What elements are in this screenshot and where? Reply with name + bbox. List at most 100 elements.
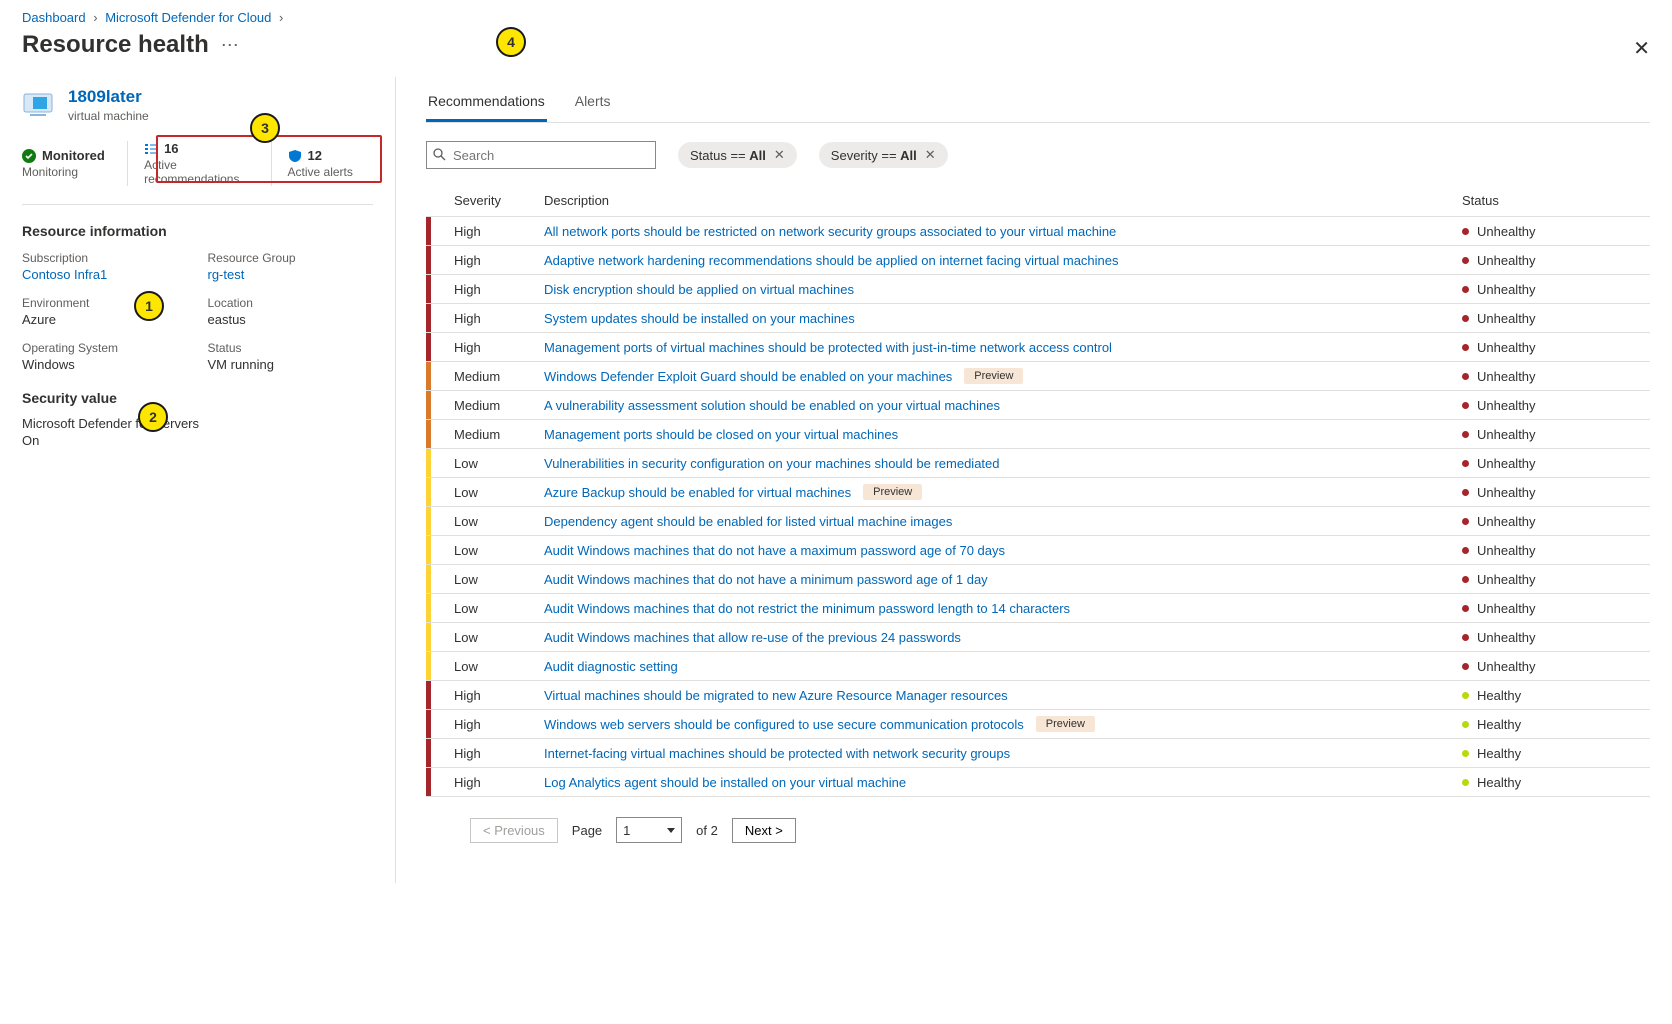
annotation-callout-4: 4 (496, 27, 526, 57)
page-select[interactable]: 1 (616, 817, 682, 843)
cell-severity: High (454, 688, 544, 703)
column-severity[interactable]: Severity (454, 193, 544, 208)
table-row[interactable]: MediumA vulnerability assessment solutio… (426, 390, 1650, 419)
recommendation-link[interactable]: Windows Defender Exploit Guard should be… (544, 369, 952, 384)
table-row[interactable]: HighSystem updates should be installed o… (426, 303, 1650, 332)
recommendation-link[interactable]: All network ports should be restricted o… (544, 224, 1116, 239)
tab-recommendations[interactable]: Recommendations (426, 83, 547, 122)
recommendation-link[interactable]: Audit Windows machines that do not restr… (544, 601, 1070, 616)
cell-severity: Low (454, 514, 544, 529)
recommendation-link[interactable]: Management ports of virtual machines sho… (544, 340, 1112, 355)
cell-severity: High (454, 311, 544, 326)
cell-status: Unhealthy (1477, 543, 1536, 558)
table-row[interactable]: LowAudit Windows machines that do not ha… (426, 535, 1650, 564)
filter-pill-severity[interactable]: Severity == All ✕ (819, 142, 948, 168)
annotation-callout-1: 1 (134, 291, 164, 321)
recommendation-link[interactable]: Windows web servers should be configured… (544, 717, 1024, 732)
table-row[interactable]: HighAll network ports should be restrict… (426, 216, 1650, 245)
next-button[interactable]: Next > (732, 818, 796, 843)
table-row[interactable]: HighManagement ports of virtual machines… (426, 332, 1650, 361)
breadcrumb-item[interactable]: Dashboard (22, 10, 86, 25)
value-subscription[interactable]: Contoso Infra1 (22, 267, 188, 282)
tab-alerts[interactable]: Alerts (573, 83, 613, 122)
previous-button[interactable]: < Previous (470, 818, 558, 843)
resource-type-label: virtual machine (68, 109, 149, 123)
value-environment: Azure (22, 312, 188, 327)
severity-bar (426, 304, 431, 332)
table-row[interactable]: MediumManagement ports should be closed … (426, 419, 1650, 448)
table-row[interactable]: HighDisk encryption should be applied on… (426, 274, 1650, 303)
table-row[interactable]: LowDependency agent should be enabled fo… (426, 506, 1650, 535)
column-description[interactable]: Description (544, 193, 1462, 208)
check-circle-icon (22, 149, 36, 163)
recommendation-link[interactable]: Disk encryption should be applied on vir… (544, 282, 854, 297)
close-icon[interactable]: ✕ (1633, 36, 1650, 61)
table-row[interactable]: HighVirtual machines should be migrated … (426, 680, 1650, 709)
table-row[interactable]: HighAdaptive network hardening recommend… (426, 245, 1650, 274)
close-icon[interactable]: ✕ (925, 147, 936, 163)
recommendation-link[interactable]: Audit Windows machines that allow re-use… (544, 630, 961, 645)
recommendation-link[interactable]: System updates should be installed on yo… (544, 311, 855, 326)
severity-bar (426, 565, 431, 593)
cell-severity: High (454, 253, 544, 268)
recommendation-link[interactable]: Virtual machines should be migrated to n… (544, 688, 1008, 703)
table-row[interactable]: LowVulnerabilities in security configura… (426, 448, 1650, 477)
recommendation-link[interactable]: A vulnerability assessment solution shou… (544, 398, 1000, 413)
label-subscription: Subscription (22, 251, 188, 265)
severity-bar (426, 478, 431, 506)
page-of-label: of 2 (696, 823, 718, 838)
chevron-right-icon: › (279, 10, 283, 25)
close-icon[interactable]: ✕ (774, 147, 785, 163)
label-status: Status (208, 341, 374, 355)
table-row[interactable]: HighLog Analytics agent should be instal… (426, 767, 1650, 797)
table-row[interactable]: HighWindows web servers should be config… (426, 709, 1650, 738)
table-row[interactable]: LowAudit Windows machines that do not ha… (426, 564, 1650, 593)
kpi-active-alerts[interactable]: 12 Active alerts (271, 141, 373, 186)
annotation-callout-2: 2 (138, 402, 168, 432)
cell-status: Healthy (1477, 775, 1521, 790)
filter-pill-status[interactable]: Status == All ✕ (678, 142, 797, 168)
vm-icon (22, 90, 58, 120)
recommendation-link[interactable]: Audit Windows machines that do not have … (544, 572, 988, 587)
section-resource-info: Resource information (22, 223, 373, 239)
table-row[interactable]: LowAudit diagnostic settingUnhealthy (426, 651, 1650, 680)
preview-badge: Preview (863, 484, 922, 500)
recommendation-link[interactable]: Audit Windows machines that do not have … (544, 543, 1005, 558)
checklist-icon (144, 142, 158, 156)
recommendation-link[interactable]: Log Analytics agent should be installed … (544, 775, 906, 790)
breadcrumb-item[interactable]: Microsoft Defender for Cloud (105, 10, 271, 25)
severity-bar (426, 275, 431, 303)
resource-name-link[interactable]: 1809later (68, 87, 149, 107)
status-dot-icon (1462, 431, 1469, 438)
severity-bar (426, 594, 431, 622)
recommendation-link[interactable]: Audit diagnostic setting (544, 659, 678, 674)
cell-severity: High (454, 746, 544, 761)
preview-badge: Preview (964, 368, 1023, 384)
recommendation-link[interactable]: Adaptive network hardening recommendatio… (544, 253, 1119, 268)
status-dot-icon (1462, 692, 1469, 699)
severity-bar (426, 623, 431, 651)
recommendation-link[interactable]: Dependency agent should be enabled for l… (544, 514, 952, 529)
recommendation-link[interactable]: Management ports should be closed on you… (544, 427, 898, 442)
kpi-active-recommendations[interactable]: 16 Active recommendations (127, 141, 270, 186)
table-row[interactable]: LowAudit Windows machines that do not re… (426, 593, 1650, 622)
preview-badge: Preview (1036, 716, 1095, 732)
column-status[interactable]: Status (1462, 193, 1622, 208)
more-icon[interactable]: ⋯ (221, 35, 239, 56)
table-row[interactable]: LowAudit Windows machines that allow re-… (426, 622, 1650, 651)
status-dot-icon (1462, 634, 1469, 641)
search-input[interactable] (426, 141, 656, 169)
recommendation-link[interactable]: Vulnerabilities in security configuratio… (544, 456, 1000, 471)
cell-severity: Low (454, 659, 544, 674)
table-row[interactable]: LowAzure Backup should be enabled for vi… (426, 477, 1650, 506)
table-row[interactable]: MediumWindows Defender Exploit Guard sho… (426, 361, 1650, 390)
value-resource-group[interactable]: rg-test (208, 267, 374, 282)
recommendation-link[interactable]: Azure Backup should be enabled for virtu… (544, 485, 851, 500)
page-title: Resource health (22, 31, 209, 59)
search-field[interactable] (426, 141, 656, 169)
cell-status: Unhealthy (1477, 456, 1536, 471)
cell-status: Unhealthy (1477, 311, 1536, 326)
status-dot-icon (1462, 460, 1469, 467)
table-row[interactable]: HighInternet-facing virtual machines sho… (426, 738, 1650, 767)
recommendation-link[interactable]: Internet-facing virtual machines should … (544, 746, 1010, 761)
